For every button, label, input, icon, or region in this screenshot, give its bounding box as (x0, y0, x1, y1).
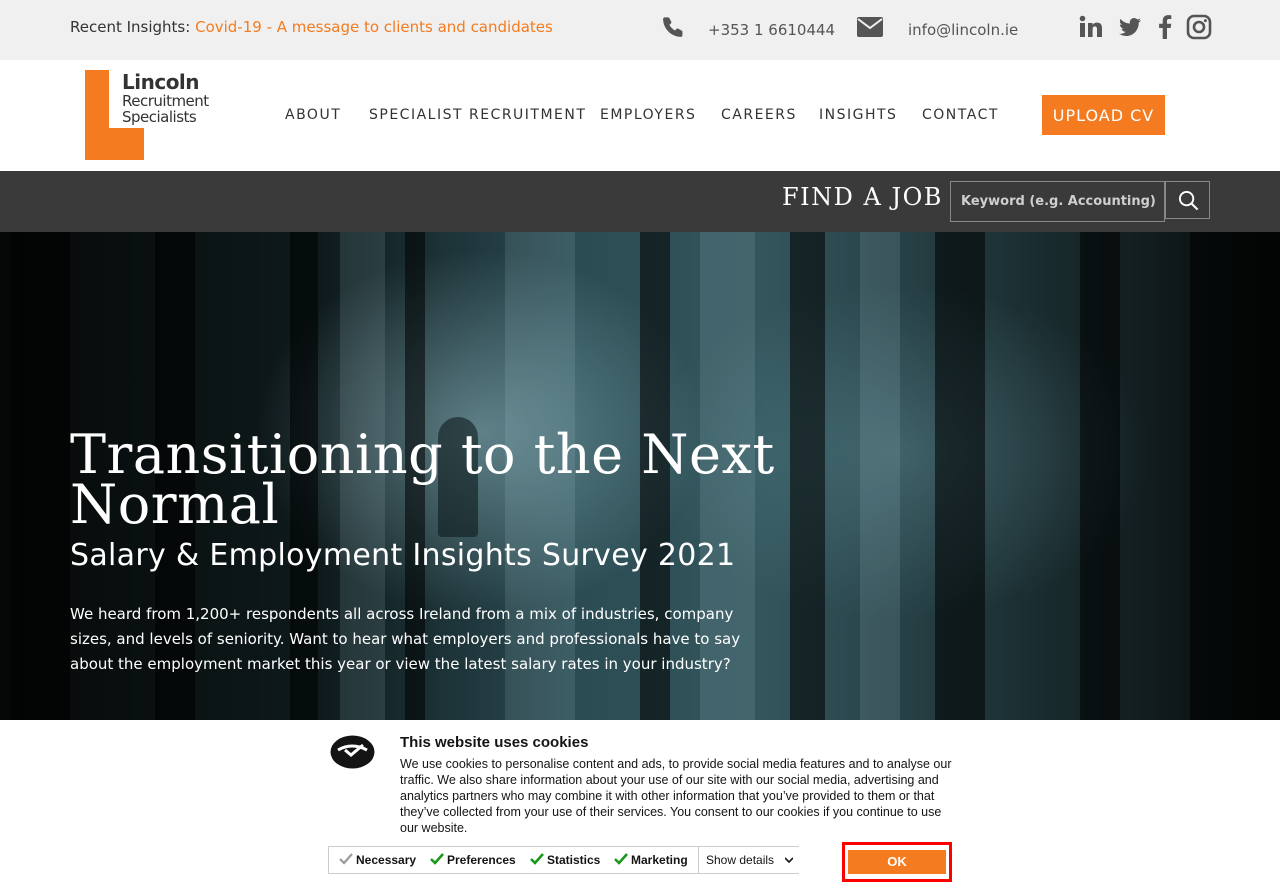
cookie-ok-button[interactable]: OK (848, 850, 946, 874)
nav-contact[interactable]: CONTACT (922, 107, 999, 123)
phone-number[interactable]: +353 1 6610444 (708, 21, 835, 39)
hero-shadow-stripe (935, 232, 985, 720)
hero-subtitle: Salary & Employment Insights Survey 2021 (70, 538, 736, 573)
checkmark-icon[interactable] (339, 852, 353, 866)
hero-shadow-stripe (10, 232, 70, 720)
nav-insights[interactable]: INSIGHTS (819, 107, 897, 123)
ok-button-highlight: OK (842, 842, 952, 882)
logo-mark-bottom (85, 128, 144, 160)
show-details-label: Show details (706, 853, 775, 867)
lincoln-logo[interactable]: Lincoln Recruitment Specialists (85, 70, 225, 162)
email-address[interactable]: info@lincoln.ie (908, 21, 1018, 39)
search-icon (1178, 190, 1199, 211)
hero-light-stripe (860, 232, 900, 720)
instagram-icon[interactable] (1186, 14, 1212, 40)
find-job-bar: FIND A JOB (0, 171, 1280, 232)
logo-line-3: Specialists (122, 108, 197, 126)
cookiebot-logo-icon (330, 735, 375, 769)
twitter-icon[interactable] (1117, 14, 1143, 40)
nav-careers[interactable]: CAREERS (721, 107, 797, 123)
hero-title: Transitioning to the Next Normal (70, 423, 775, 536)
cookie-text: We use cookies to personalise content an… (400, 757, 952, 835)
find-job-title: FIND A JOB (782, 183, 943, 211)
logo-mark-top (85, 70, 109, 128)
checkmark-icon[interactable] (614, 852, 628, 866)
chevron-down-icon (785, 857, 793, 864)
upload-cv-button[interactable]: UPLOAD CV (1042, 95, 1165, 135)
recent-insights-link[interactable]: Covid-19 - A message to clients and cand… (195, 18, 553, 36)
nav-about[interactable]: ABOUT (285, 107, 341, 123)
hero-body: We heard from 1,200+ respondents all acr… (70, 605, 741, 673)
cookie-title: This website uses cookies (400, 734, 589, 751)
top-bar: Recent Insights: Covid-19 - A message to… (0, 0, 1280, 60)
recent-insights-label: Recent Insights: (70, 18, 191, 36)
cookie-option-necessary: Necessary (356, 853, 417, 867)
logo-line-1: Lincoln (122, 70, 200, 94)
facebook-icon[interactable] (1152, 14, 1178, 40)
linkedin-icon[interactable] (1078, 14, 1104, 40)
site-header: Lincoln Recruitment Specialists ABOUT SP… (0, 60, 1280, 171)
checkmark-icon[interactable] (530, 852, 544, 866)
show-details-select[interactable]: Show details (698, 847, 799, 873)
hero-shadow-stripe (1190, 232, 1280, 720)
recent-insights: Recent Insights: Covid-19 - A message to… (70, 18, 553, 36)
phone-icon (663, 17, 683, 37)
checkmark-icon[interactable] (430, 852, 444, 866)
hero-shadow-stripe (1080, 232, 1120, 720)
search-button[interactable] (1165, 181, 1210, 219)
envelope-icon (857, 17, 883, 37)
cookie-banner: This website uses cookies We use cookies… (0, 720, 1280, 887)
cookie-option-preferences: Preferences (447, 853, 516, 867)
cookie-option-statistics: Statistics (547, 853, 601, 867)
cookie-options: Necessary Preferences Statistics Marketi… (328, 846, 799, 874)
nav-employers[interactable]: EMPLOYERS (600, 107, 696, 123)
nav-specialist-recruitment[interactable]: SPECIALIST RECRUITMENT (369, 107, 586, 123)
hero-banner: Transitioning to the Next Normal Salary … (0, 232, 1280, 720)
cookie-option-marketing: Marketing (631, 853, 688, 867)
keyword-search-input[interactable] (950, 181, 1165, 222)
